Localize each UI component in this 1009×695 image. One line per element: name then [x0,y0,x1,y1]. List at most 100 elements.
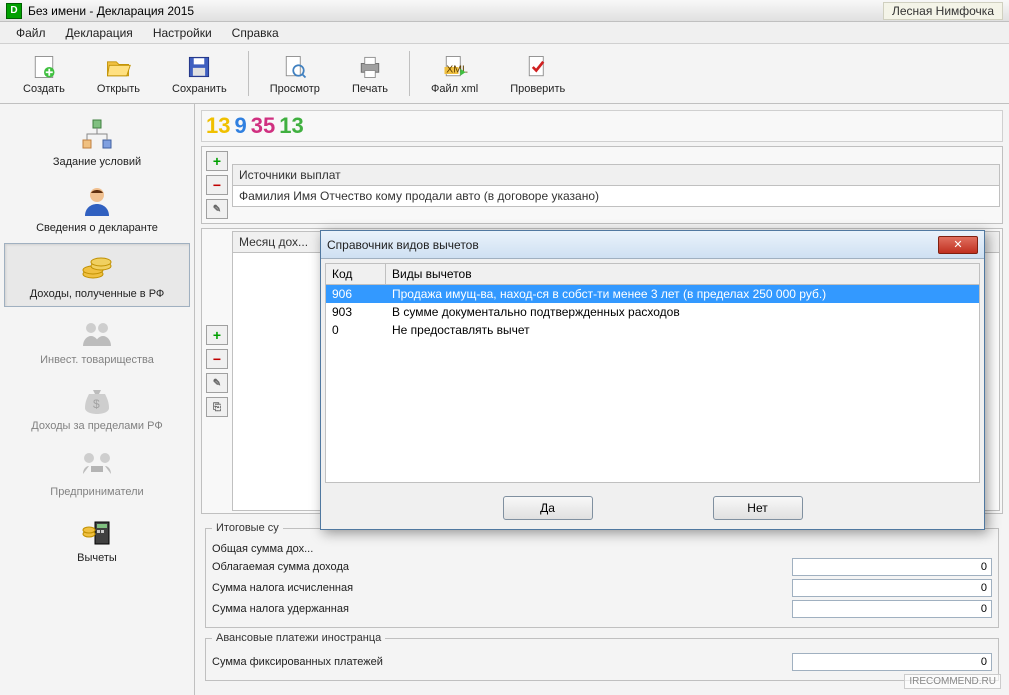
user-badge: Лесная Нимфочка [883,2,1003,20]
document-new-icon [30,53,58,81]
toolbar: Создать Открыть Сохранить Просмотр Печат… [0,44,1009,104]
svg-text:XML: XML [446,63,468,75]
print-button[interactable]: Печать [337,48,403,100]
total-income-label: Общая сумма дох... [212,543,992,555]
rate-13-green[interactable]: 13 [279,113,303,139]
totals-legend: Итоговые су [212,522,283,534]
menu-bar: Файл Декларация Настройки Справка [0,22,1009,44]
add-income-button[interactable]: + [206,325,228,345]
print-label: Печать [352,83,388,95]
folder-open-icon [104,53,132,81]
copy-income-button[interactable]: ⎘ [206,397,228,417]
calc-tax-label: Сумма налога исчисленная [212,582,792,594]
rate-35[interactable]: 35 [251,113,275,139]
rate-9[interactable]: 9 [234,113,246,139]
dialog-titlebar[interactable]: Справочник видов вычетов ✕ [321,231,984,259]
sidebar-item-entrepreneurs[interactable]: Предприниматели [4,441,190,505]
dialog-columns: Код Виды вычетов [326,264,979,285]
sidebar-item-label: Сведения о декларанте [36,222,158,234]
deduction-row-0[interactable]: 0 Не предоставлять вычет [326,321,979,339]
remove-source-button[interactable]: − [206,175,228,195]
sidebar-item-label: Вычеты [77,552,117,564]
sidebar-item-label: Доходы, полученные в РФ [30,288,165,300]
open-button[interactable]: Открыть [82,48,155,100]
dialog-no-button[interactable]: Нет [713,496,803,520]
months-actions: + − ✎ ⎘ [204,323,232,419]
check-button[interactable]: Проверить [495,48,580,100]
row-code: 903 [326,303,386,321]
calc-tax-input[interactable] [792,579,992,597]
dialog-close-button[interactable]: ✕ [938,236,978,254]
sources-header: Источники выплат [233,165,999,186]
deduction-row-903[interactable]: 903 В сумме документально подтвержденных… [326,303,979,321]
create-label: Создать [23,83,65,95]
sources-panel: + − ✎ Источники выплат Фамилия Имя Отчес… [201,146,1003,224]
totals-fieldset: Итоговые су Общая сумма дох... Облагаема… [205,522,999,628]
tree-icon [79,118,115,154]
dialog-yes-button[interactable]: Да [503,496,593,520]
sidebar-item-declarant[interactable]: Сведения о декларанте [4,177,190,241]
sources-row[interactable]: Фамилия Имя Отчество кому продали авто (… [233,186,999,206]
rate-13-yellow[interactable]: 13 [206,113,230,139]
menu-settings[interactable]: Настройки [145,24,220,42]
taxable-label: Облагаемая сумма дохода [212,561,792,573]
coins-icon [79,250,115,286]
sidebar-item-conditions[interactable]: Задание условий [4,111,190,175]
row-desc: Не предоставлять вычет [386,321,979,339]
menu-file[interactable]: Файл [8,24,54,42]
deduction-row-906[interactable]: 906 Продажа имущ-ва, наход-ся в собст-ти… [326,285,979,303]
withheld-input[interactable] [792,600,992,618]
col-desc-header[interactable]: Виды вычетов [386,264,979,284]
save-label: Сохранить [172,83,227,95]
taxable-input[interactable] [792,558,992,576]
sidebar-item-label: Предприниматели [50,486,143,498]
sidebar-item-income-rf[interactable]: Доходы, полученные в РФ [4,243,190,307]
sidebar: Задание условий Сведения о декларанте До… [0,104,195,695]
sidebar-item-income-foreign[interactable]: $ Доходы за пределами РФ [4,375,190,439]
fixed-input[interactable] [792,653,992,671]
handshake-icon [79,448,115,484]
menu-help[interactable]: Справка [224,24,287,42]
sidebar-item-deductions[interactable]: Вычеты [4,507,190,571]
preview-button[interactable]: Просмотр [255,48,335,100]
save-button[interactable]: Сохранить [157,48,242,100]
watermark: IRECOMMEND.RU [904,674,1001,689]
dialog-body: Код Виды вычетов 906 Продажа имущ-ва, на… [325,263,980,483]
xml-file-icon: XML [441,53,469,81]
sidebar-item-invest[interactable]: Инвест. товарищества [4,309,190,373]
app-icon: D [6,3,22,19]
money-bag-icon: $ [79,382,115,418]
dialog-footer: Да Нет [321,487,984,529]
open-label: Открыть [97,83,140,95]
toolbar-separator [409,51,410,96]
create-button[interactable]: Создать [8,48,80,100]
sources-list: Источники выплат Фамилия Имя Отчество ко… [232,164,1000,207]
summary-area: Итоговые су Общая сумма дох... Облагаема… [201,518,1003,689]
menu-declaration[interactable]: Декларация [58,24,141,42]
svg-text:$: $ [93,397,100,411]
people-icon [79,316,115,352]
add-source-button[interactable]: + [206,151,228,171]
remove-income-button[interactable]: − [206,349,228,369]
check-label: Проверить [510,83,565,95]
edit-income-button[interactable]: ✎ [206,373,228,393]
person-icon [79,184,115,220]
preview-label: Просмотр [270,83,320,95]
title-bar: D Без имени - Декларация 2015 Лесная Ним… [0,0,1009,22]
xml-label: Файл xml [431,83,478,95]
floppy-icon [185,53,213,81]
deduction-dialog: Справочник видов вычетов ✕ Код Виды выче… [320,230,985,530]
withheld-label: Сумма налога удержанная [212,603,792,615]
xml-button[interactable]: XML Файл xml [416,48,493,100]
col-code-header[interactable]: Код [326,264,386,284]
sidebar-item-label: Задание условий [53,156,141,168]
advance-legend: Авансовые платежи иностранца [212,632,385,644]
window-title: Без имени - Декларация 2015 [28,4,194,18]
advance-fieldset: Авансовые платежи иностранца Сумма фикси… [205,632,999,681]
row-code: 0 [326,321,386,339]
printer-icon [356,53,384,81]
rate-tabs: 13 9 35 13 [201,110,1003,142]
edit-source-button[interactable]: ✎ [206,199,228,219]
sidebar-item-label: Инвест. товарищества [40,354,154,366]
dialog-title: Справочник видов вычетов [327,238,479,252]
